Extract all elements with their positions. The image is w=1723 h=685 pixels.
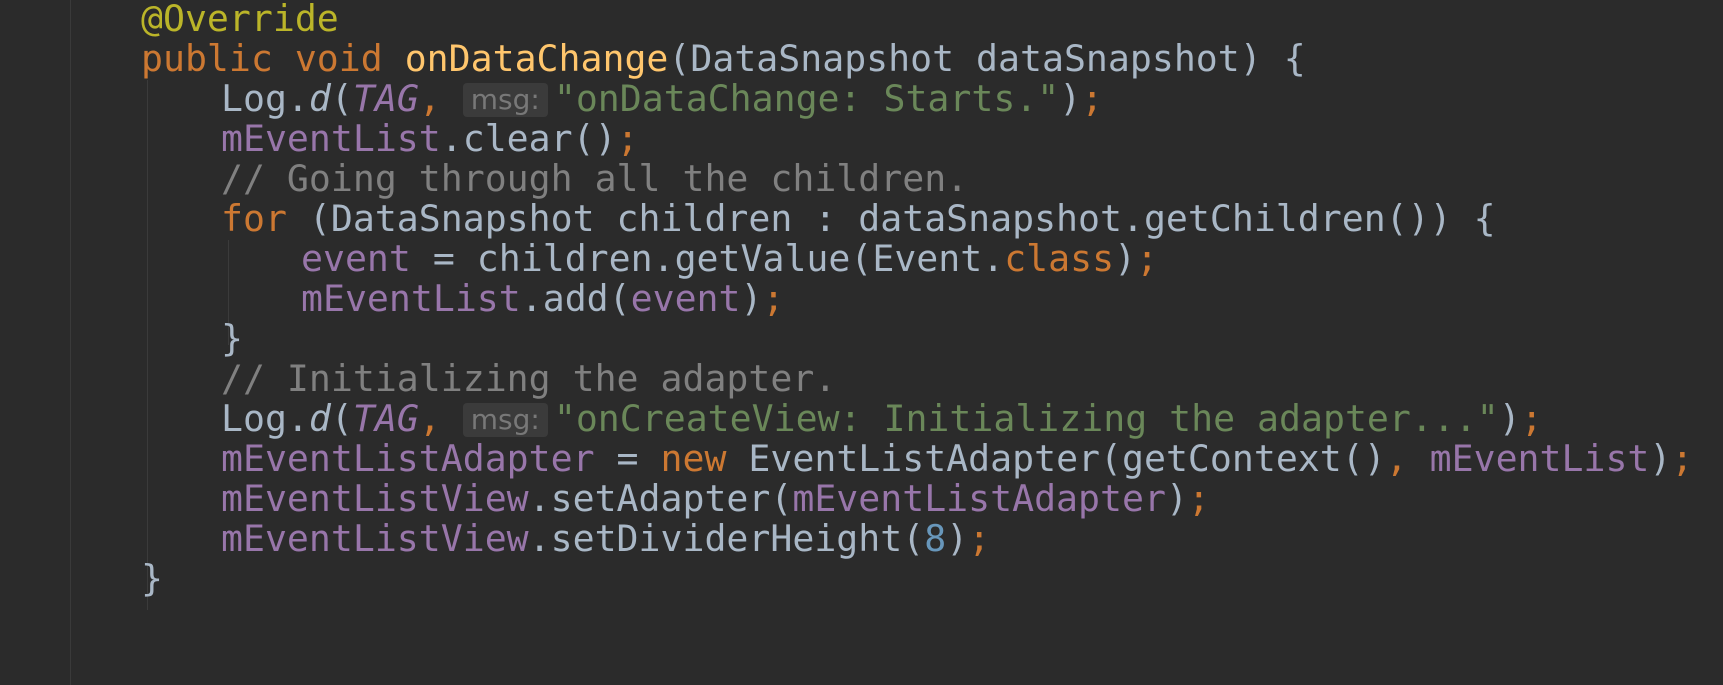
paren: )	[740, 277, 763, 320]
comment: // Initializing the adapter.	[221, 357, 837, 400]
field: mEventListAdapter	[221, 437, 595, 480]
string-literal: "onDataChange: Starts."	[553, 77, 1060, 120]
semicolon: ;	[762, 277, 785, 320]
paren: )	[946, 517, 969, 560]
brace: }	[141, 557, 163, 600]
method-call: .setDividerHeight(	[528, 517, 925, 560]
code-line-5: // Going through all the children.	[221, 157, 968, 201]
comment: // Going through all the children.	[221, 157, 969, 200]
paren: )	[1649, 437, 1672, 480]
method-name: onDataChange	[404, 37, 669, 80]
class-ref: Log.	[221, 77, 309, 120]
paren: )	[1114, 237, 1137, 280]
field: mEventList	[1429, 437, 1650, 480]
static-field: TAG	[352, 397, 419, 440]
field: mEventList	[221, 117, 441, 160]
static-method: d	[308, 77, 331, 120]
parameter-hint: msg:	[462, 403, 548, 437]
field: mEventListAdapter	[792, 477, 1166, 520]
static-field: TAG	[352, 77, 419, 120]
code-line-8: mEventList.add(event);	[301, 277, 784, 321]
static-method: d	[308, 397, 331, 440]
method-signature: (DataSnapshot dataSnapshot) {	[668, 37, 1306, 80]
code-line-4: mEventList.clear();	[221, 117, 639, 161]
semicolon: ;	[1671, 437, 1694, 480]
field: mEventListView	[221, 517, 529, 560]
code-line-14: mEventListView.setDividerHeight(8);	[221, 517, 990, 561]
semicolon: ;	[1081, 77, 1104, 120]
semicolon: ;	[1187, 477, 1210, 520]
field: mEventListView	[221, 477, 529, 520]
paren: )	[1165, 477, 1188, 520]
field: event	[630, 277, 741, 320]
brace: }	[221, 317, 243, 360]
operator: =	[594, 437, 661, 480]
code-line-2: public void onDataChange(DataSnapshot da…	[141, 37, 1306, 81]
paren: (	[330, 77, 353, 120]
gutter-divider	[70, 0, 71, 685]
for-header: (DataSnapshot children : dataSnapshot.ge…	[308, 197, 1496, 240]
code-line-9: }	[221, 317, 243, 361]
annotation: @Override	[141, 0, 339, 40]
paren: )	[1498, 397, 1521, 440]
comma: ,	[418, 397, 463, 440]
paren: )	[1059, 77, 1082, 120]
comma: ,	[418, 77, 463, 120]
semicolon: ;	[616, 117, 639, 160]
code-line-1: @Override	[141, 0, 339, 41]
keyword: class	[1004, 237, 1115, 280]
expression: = children.getValue(Event.	[410, 237, 1005, 280]
semicolon: ;	[1136, 237, 1159, 280]
comma: ,	[1385, 437, 1430, 480]
number-literal: 8	[924, 517, 947, 560]
keyword: for	[221, 197, 309, 240]
keyword: public void	[141, 37, 405, 80]
constructor-call: EventListAdapter(getContext()	[748, 437, 1386, 480]
keyword: new	[660, 437, 749, 480]
method-call: .setAdapter(	[528, 477, 793, 520]
semicolon: ;	[1520, 397, 1543, 440]
editor-gutter[interactable]	[0, 0, 70, 685]
code-line-15: }	[141, 557, 163, 601]
field: event	[301, 237, 411, 280]
indent-guide	[147, 80, 148, 610]
code-line-6: for (DataSnapshot children : dataSnapsho…	[221, 197, 1496, 241]
code-line-10: // Initializing the adapter.	[221, 357, 836, 401]
code-line-7: event = children.getValue(Event.class);	[301, 237, 1158, 281]
code-editor[interactable]: @Override public void onDataChange(DataS…	[0, 0, 1723, 685]
method-call: .clear()	[440, 117, 617, 160]
code-line-3: Log.d(TAG, msg: "onDataChange: Starts.");	[221, 77, 1103, 121]
field: mEventList	[301, 277, 521, 320]
method-call: .add(	[520, 277, 631, 320]
string-literal: "onCreateView: Initializing the adapter.…	[553, 397, 1499, 440]
code-line-12: mEventListAdapter = new EventListAdapter…	[221, 437, 1693, 481]
semicolon: ;	[968, 517, 991, 560]
code-line-11: Log.d(TAG, msg: "onCreateView: Initializi…	[221, 397, 1543, 441]
code-line-13: mEventListView.setAdapter(mEventListAdap…	[221, 477, 1210, 521]
class-ref: Log.	[221, 397, 309, 440]
parameter-hint: msg:	[462, 83, 548, 117]
paren: (	[330, 397, 353, 440]
